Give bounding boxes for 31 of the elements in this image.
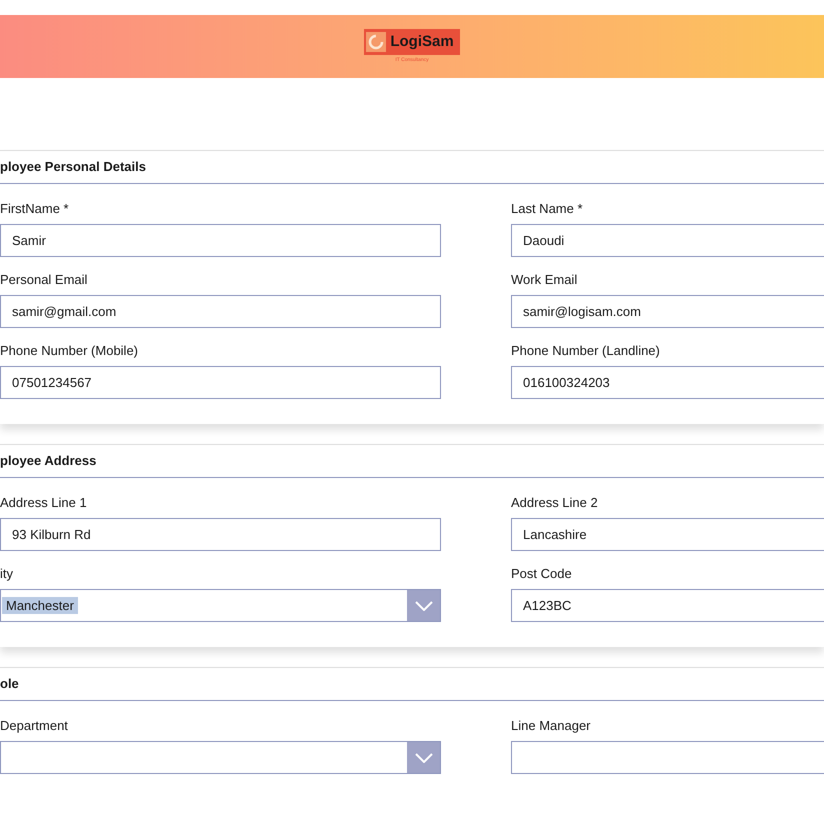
- field-label: Personal Email: [0, 272, 88, 288]
- section-title: ole: [0, 675, 19, 694]
- input-field[interactable]: 93 Kilburn Rd: [0, 518, 441, 551]
- input-field[interactable]: 07501234567: [0, 366, 441, 399]
- field-label: Work Email: [511, 272, 578, 288]
- input-field[interactable]: 016100324203: [511, 366, 824, 399]
- section-title: ployee Personal Details: [0, 158, 146, 176]
- input-field[interactable]: [511, 741, 824, 774]
- field-label: Line Manager: [511, 718, 592, 734]
- input-field[interactable]: samir@gmail.com: [0, 295, 441, 328]
- field-label: FirstName *: [0, 201, 70, 217]
- chevron-down-icon: [414, 600, 432, 610]
- field-label: ity: [0, 566, 14, 582]
- field-label: Address Line 2: [511, 495, 599, 511]
- field-label: Post Code: [511, 566, 573, 582]
- dropdown-field[interactable]: [0, 741, 441, 774]
- chevron-down-icon: [414, 752, 432, 762]
- logo-icon: [366, 32, 386, 52]
- section-title: ployee Address: [0, 452, 96, 470]
- input-field[interactable]: samir@logisam.com: [511, 295, 824, 328]
- field-label: Phone Number (Landline): [511, 343, 661, 359]
- input-field[interactable]: A123BC: [511, 589, 824, 622]
- input-field[interactable]: Lancashire: [511, 518, 824, 551]
- input-field[interactable]: Daoudi: [511, 224, 824, 257]
- field-label: Last Name *: [511, 201, 584, 217]
- input-field[interactable]: Samir: [0, 224, 441, 257]
- field-label: Department: [0, 718, 69, 734]
- field-label: Phone Number (Mobile): [0, 343, 140, 359]
- dropdown-field[interactable]: Manchester: [0, 589, 441, 622]
- field-label: Address Line 1: [0, 495, 88, 511]
- logo-text: LogiSam: [390, 32, 455, 52]
